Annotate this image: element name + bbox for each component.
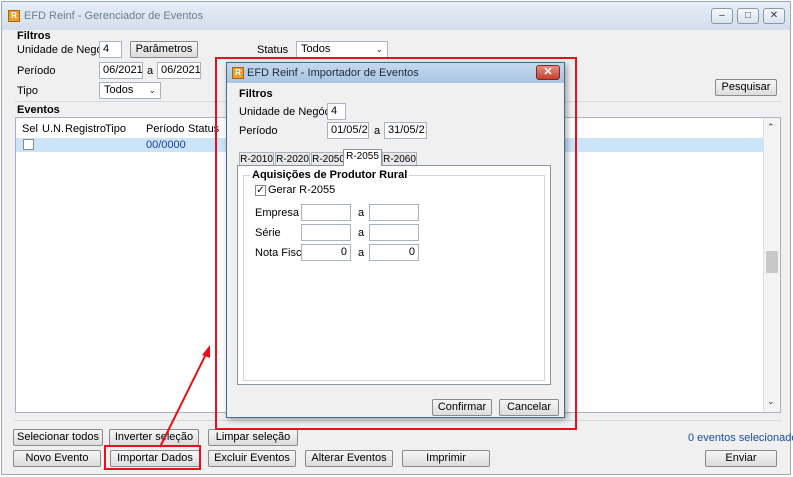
print-button[interactable]: Imprimir: [402, 450, 490, 467]
col-tipo[interactable]: Tipo: [105, 123, 126, 135]
col-un[interactable]: U.N.: [42, 123, 64, 135]
search-button[interactable]: Pesquisar: [715, 79, 777, 96]
chevron-down-icon: ⌄: [148, 85, 156, 95]
close-button[interactable]: ✕: [763, 8, 785, 24]
scroll-thumb[interactable]: [766, 251, 778, 273]
col-registro[interactable]: Registro: [65, 123, 106, 135]
clear-selection-button[interactable]: Limpar seleção: [208, 429, 298, 446]
grid-scrollbar[interactable]: ⌃ ⌄: [763, 118, 780, 412]
row-periodo: 00/0000: [146, 139, 186, 151]
type-select[interactable]: Todos ⌄: [99, 82, 161, 99]
scroll-up-icon[interactable]: ⌃: [767, 122, 775, 133]
status-label: Status: [257, 44, 289, 56]
app-icon: R: [8, 10, 20, 22]
selected-count: 0 eventos selecionados: [688, 432, 793, 444]
title-bar: R EFD Reinf - Gerenciador de Eventos – □…: [2, 2, 790, 30]
col-periodo[interactable]: Período: [146, 123, 185, 135]
status-value: Todos: [301, 43, 331, 55]
scroll-down-icon[interactable]: ⌄: [767, 396, 775, 407]
type-label: Tipo: [17, 85, 38, 97]
window-title: EFD Reinf - Gerenciador de Eventos: [24, 10, 204, 22]
send-button[interactable]: Enviar: [705, 450, 777, 467]
tab-r2055[interactable]: R-2055: [343, 149, 382, 166]
minimize-button[interactable]: –: [711, 8, 733, 24]
unit-input[interactable]: 4: [99, 41, 122, 58]
params-button[interactable]: Parâmetros: [130, 41, 198, 58]
edit-events-button[interactable]: Alterar Eventos: [305, 450, 393, 467]
events-title: Eventos: [17, 104, 60, 116]
chevron-down-icon: ⌄: [375, 44, 383, 54]
annotation-import-highlight: [104, 445, 201, 470]
new-event-button[interactable]: Novo Evento: [13, 450, 101, 467]
col-sel[interactable]: Sel: [22, 123, 38, 135]
delete-events-button[interactable]: Excluir Eventos: [208, 450, 296, 467]
type-value: Todos: [104, 84, 134, 96]
period-label: Período: [17, 65, 56, 77]
row-checkbox[interactable]: [23, 139, 34, 150]
maximize-button[interactable]: □: [737, 8, 759, 24]
period-separator: a: [147, 65, 154, 77]
invert-selection-button[interactable]: Inverter seleção: [109, 429, 199, 446]
period-from-input[interactable]: 06/2021: [99, 62, 143, 79]
period-to-input[interactable]: 06/2021: [157, 62, 201, 79]
filters-title: Filtros: [17, 30, 51, 42]
status-select[interactable]: Todos ⌄: [296, 41, 388, 58]
select-all-button[interactable]: Selecionar todos: [13, 429, 103, 446]
annotation-dialog-highlight: [215, 57, 577, 430]
